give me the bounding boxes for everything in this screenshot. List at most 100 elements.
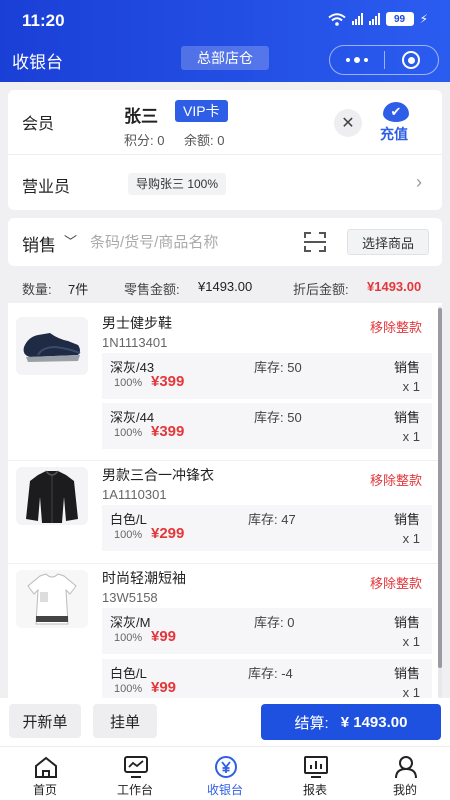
signal-icon [368,13,380,25]
sale-mode-selector[interactable]: 销售 [22,231,56,256]
status-time: 11:20 [22,11,65,30]
retail-label: 零售金额: [124,282,180,297]
sku-row[interactable]: 深灰/44 库存: 50 销售 100% ¥399 x 1 [102,403,432,449]
store-selector[interactable]: 总部店仓 [181,46,269,70]
tab-workbench[interactable]: 工作台 [90,747,180,800]
status-icons: 99 ⚡ [327,12,428,26]
sku-qty: x 1 [402,379,420,394]
target-icon [402,51,421,69]
order-summary: 数量: 7件 零售金额: ¥1493.00 折后金额: ¥1493.00 [0,272,450,300]
sku-row[interactable]: 深灰/43 库存: 50 销售 100% ¥399 x 1 [102,353,432,399]
vip-badge: VIP卡 [175,100,228,122]
tab-label: 收银台 [206,783,243,797]
scrollbar[interactable] [438,306,442,698]
scan-icon[interactable] [304,232,326,252]
action-bar: 开新单 挂单 结算: ¥ 1493.00 [0,698,450,746]
sku-price: ¥99 [151,628,177,645]
retail-value: ¥1493.00 [198,279,253,294]
remove-product-button[interactable]: 移除整款 [370,470,422,489]
member-balance: 余额: 0 [184,133,225,148]
tab-label: 报表 [302,783,327,797]
sku-stock: 库存: -4 [248,666,293,681]
sku-row[interactable]: 深灰/M 库存: 0 销售 100% ¥99 x 1 [102,608,432,654]
home-icon [35,756,57,778]
member-name[interactable]: 张三 [124,102,158,127]
yen-icon [215,756,237,778]
product-name: 男士健步鞋 [102,315,172,331]
tab-reports[interactable]: 报表 [270,747,360,800]
sku-price: ¥99 [151,679,177,696]
sku-stock: 库存: 47 [248,512,296,527]
salesperson-chip[interactable]: 导购张三 100% [128,173,227,195]
qty-value: 7件 [68,282,89,297]
sku-qty: x 1 [402,429,420,444]
product-name: 时尚轻潮短袖 [102,570,186,586]
sku-price: ¥299 [151,525,185,542]
search-input[interactable] [90,229,290,255]
sku-stock: 库存: 0 [254,615,295,630]
product-code: 1A1110301 [102,487,167,502]
checkout-button[interactable]: 结算: ¥ 1493.00 [261,704,441,740]
shirt-image [16,570,88,628]
tab-home[interactable]: 首页 [0,747,90,800]
remove-product-button[interactable]: 移除整款 [370,317,422,336]
monitor-icon [124,756,148,778]
tab-cashier[interactable]: 收银台 [180,747,270,800]
chevron-down-icon[interactable]: ﹀ [64,231,77,250]
page-title: 收银台 [12,53,63,72]
sku-type: 销售 [393,512,420,527]
salesperson-label: 营业员 [22,179,71,196]
product-list: 男士健步鞋 1N1113401 移除整款 深灰/43 库存: 50 销售 100… [8,303,442,698]
tab-label: 工作台 [116,783,153,797]
sku-price: ¥399 [151,373,185,390]
tab-profile[interactable]: 我的 [360,747,450,800]
member-card: 会员 张三 VIP卡 积分: 0 余额: 0 ✕ ✔ 充值 营业员 导购张三 1… [8,90,442,210]
product-item: 男士健步鞋 1N1113401 移除整款 深灰/43 库存: 50 销售 100… [8,303,442,461]
sku-attr: 白色/L [110,512,147,527]
select-product-button[interactable]: 选择商品 [347,229,429,255]
sku-type: 销售 [393,615,420,630]
sku-discount: 100% [114,529,143,541]
chevron-right-icon[interactable]: › [416,172,422,193]
exit-button[interactable] [384,46,438,74]
remove-product-button[interactable]: 移除整款 [370,573,422,592]
sku-attr: 深灰/43 [110,360,155,375]
sku-discount: 100% [114,377,143,389]
more-icon [345,57,368,63]
hold-order-button[interactable]: 挂单 [93,704,157,738]
sku-stock: 库存: 50 [254,410,302,425]
top-bar: 11:20 99 ⚡ 收银台 总部店仓 [0,0,450,82]
sku-discount: 100% [114,427,143,439]
sku-row[interactable]: 白色/L 库存: 47 销售 100% ¥299 x 1 [102,505,432,551]
member-label: 会员 [22,116,55,133]
clear-member-button[interactable]: ✕ [334,109,362,137]
tab-label: 我的 [392,783,417,797]
checkout-total: ¥ 1493.00 [340,713,408,731]
qty-label: 数量: [22,282,52,297]
shoe-image [16,317,88,375]
sku-discount: 100% [114,683,143,695]
product-item: 男款三合一冲锋衣 1A1110301 移除整款 白色/L 库存: 47 销售 1… [8,461,442,564]
close-icon: ✕ [341,115,355,132]
recharge-button[interactable]: 充值 [380,124,408,144]
sku-attr: 白色/L [110,666,147,681]
tab-bar: 首页 工作台 收银台 报表 我的 [0,746,450,800]
search-card: 销售 ﹀ 选择商品 [8,218,442,266]
jacket-image [16,467,88,525]
sku-type: 销售 [393,666,420,681]
new-order-button[interactable]: 开新单 [9,704,81,738]
sku-qty: x 1 [402,685,420,698]
user-icon [395,756,417,779]
product-code: 13W5158 [102,590,158,605]
charging-icon: ⚡ [419,12,428,26]
wifi-icon [327,12,346,26]
battery-icon: 99 [385,12,414,26]
recharge-icon[interactable]: ✔ [383,102,409,122]
product-code: 1N1113401 [102,335,168,350]
discount-value: ¥1493.00 [367,279,422,294]
sku-row[interactable]: 白色/L 库存: -4 销售 100% ¥99 x 1 [102,659,432,698]
sku-attr: 深灰/44 [110,410,155,425]
chart-icon [304,756,328,778]
more-button[interactable] [330,46,384,74]
member-points: 积分: 0 [124,133,165,148]
